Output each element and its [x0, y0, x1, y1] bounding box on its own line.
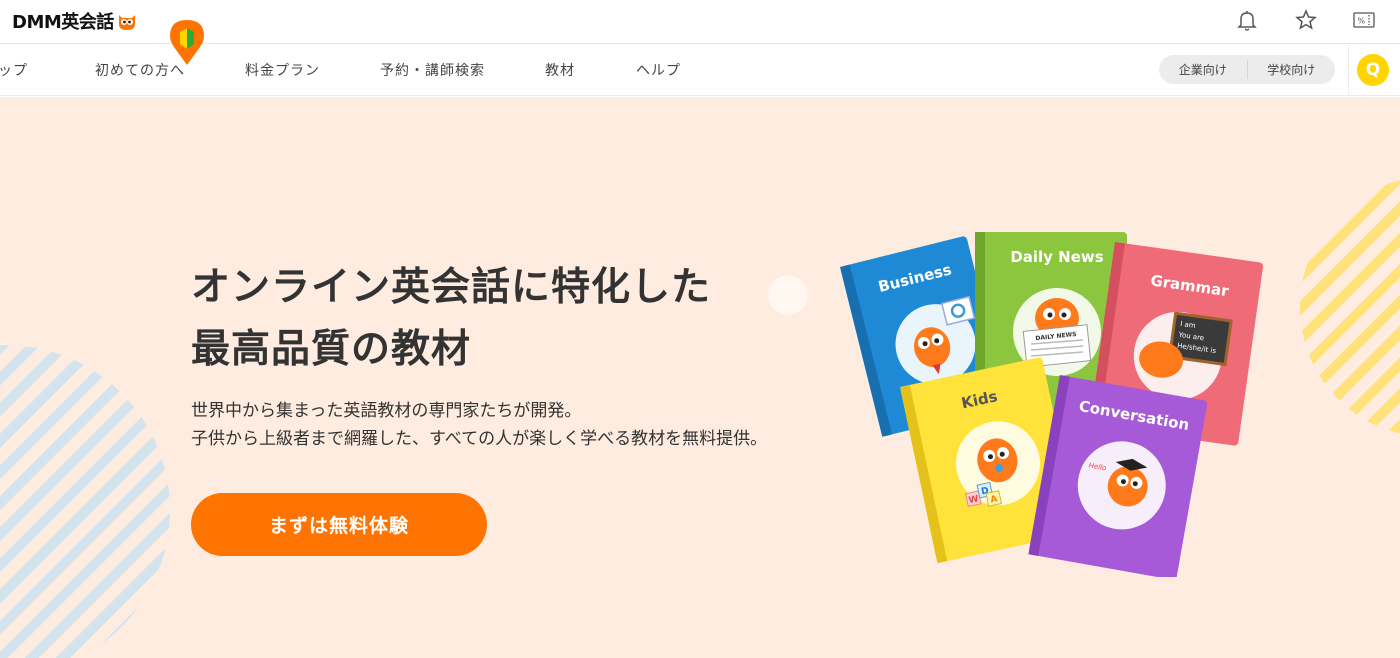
- daily-news-book-title: Daily News: [1010, 248, 1103, 266]
- conversation-book: Conversation Hello: [1028, 375, 1208, 577]
- help-q-button[interactable]: Q: [1357, 54, 1389, 86]
- textbooks-illustration: Business Daily News DAILY NEWS Grammar I…: [840, 232, 1264, 577]
- school-link[interactable]: 学校向け: [1248, 55, 1336, 84]
- hero-title-line2: 最高品質の教材: [191, 327, 472, 372]
- hero-desc-line2: 子供から上級者まで網羅した、すべての人が楽しく学べる教材を無料提供。: [191, 429, 768, 449]
- dmm-logo[interactable]: DMM英会話: [12, 8, 137, 34]
- owl-logo-icon: [118, 15, 135, 30]
- hero-section: オンライン英会話に特化した 最高品質の教材 世界中から集まった英語教材の専門家た…: [0, 97, 1400, 658]
- nav-item-tutor-search[interactable]: 予約・講師検索: [380, 60, 485, 80]
- beginner-mark-icon: [170, 20, 204, 65]
- top-bar: DMM英会話 %: [0, 0, 1400, 44]
- striped-circle-decoration-right: [1300, 177, 1400, 437]
- nav-item-materials[interactable]: 教材: [545, 60, 575, 80]
- nav-item-pricing[interactable]: 料金プラン: [245, 60, 320, 80]
- hero-desc-line1: 世界中から集まった英語教材の専門家たちが開発。: [191, 401, 582, 421]
- striped-circle-decoration-left: [0, 345, 170, 658]
- business-link[interactable]: 企業向け: [1159, 55, 1247, 84]
- block-w: W: [968, 494, 980, 506]
- svg-text:%: %: [1358, 17, 1366, 26]
- bell-icon[interactable]: [1235, 8, 1259, 32]
- hero-title-line1: オンライン英会話に特化した: [191, 265, 712, 310]
- nav-item-help[interactable]: ヘルプ: [636, 60, 681, 80]
- free-trial-button[interactable]: まずは無料体験: [191, 493, 487, 556]
- star-icon[interactable]: [1294, 8, 1318, 32]
- nav-item-top[interactable]: ップ: [0, 60, 28, 80]
- audience-switch: 企業向け 学校向け: [1159, 55, 1335, 84]
- hero-title: オンライン英会話に特化した 最高品質の教材: [191, 257, 711, 381]
- nav-divider: [1348, 44, 1349, 96]
- logo-text: DMM英会話: [12, 12, 114, 33]
- hero-description: 世界中から集まった英語教材の専門家たちが開発。 子供から上級者まで網羅した、すべ…: [191, 397, 767, 453]
- coupon-icon[interactable]: %: [1352, 8, 1376, 32]
- dot-decoration: [768, 275, 808, 315]
